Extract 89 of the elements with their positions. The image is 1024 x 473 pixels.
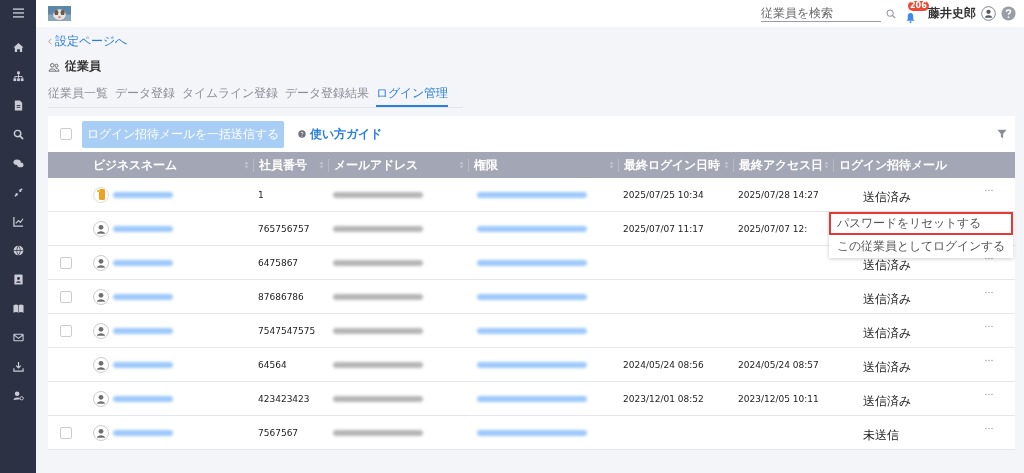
tab[interactable]: データ登録結果 <box>285 85 369 107</box>
page-title: 従業員 <box>65 58 101 75</box>
more-icon[interactable] <box>985 257 993 260</box>
help-icon <box>298 130 306 138</box>
search-field[interactable]: 従業員を検索 <box>761 5 881 22</box>
guide-link[interactable]: 使い方ガイド <box>310 125 382 143</box>
column-header[interactable]: 社員番号 <box>259 156 307 174</box>
more-icon[interactable] <box>985 291 993 294</box>
redacted-name <box>113 259 173 266</box>
column-header[interactable]: 権限 <box>474 156 498 174</box>
table-cell: 64564 <box>258 359 287 370</box>
row-checkbox[interactable] <box>60 324 72 337</box>
column-header[interactable]: 最終ログイン日時 <box>624 156 720 174</box>
table-cell: 2025/07/28 14:27 <box>738 189 819 200</box>
menu-item[interactable]: この従業員としてログインする <box>829 235 1013 258</box>
row-checkbox[interactable] <box>60 426 72 439</box>
sort-icon[interactable] <box>319 161 324 169</box>
column-header[interactable]: ビジネスネーム <box>93 156 177 174</box>
sort-icon[interactable] <box>244 161 249 169</box>
table-cell: 7547547575 <box>258 325 316 336</box>
more-icon[interactable] <box>985 393 993 396</box>
globe-icon[interactable] <box>12 245 24 256</box>
table-cell: 423423423 <box>258 393 310 404</box>
more-icon[interactable] <box>985 325 993 328</box>
sort-icon[interactable] <box>724 161 729 169</box>
table-cell: 2023/12/05 10:11 <box>738 393 819 404</box>
table-cell: 6475867 <box>258 257 299 268</box>
table-cell: 2023/12/01 08:52 <box>623 393 704 404</box>
redacted-name <box>113 361 173 368</box>
tab[interactable]: ログイン管理 <box>376 85 448 107</box>
table-cell: 送信済み <box>863 393 911 410</box>
redacted-name <box>113 429 173 436</box>
table-cell: 未送信 <box>863 427 899 444</box>
home-icon[interactable] <box>12 42 24 53</box>
row-checkbox[interactable] <box>60 290 72 303</box>
document-icon[interactable] <box>12 100 24 111</box>
hierarchy-icon[interactable] <box>12 71 24 82</box>
table-cell: 送信済み <box>863 291 911 308</box>
download-icon[interactable] <box>12 361 24 372</box>
sort-icon[interactable] <box>459 161 464 169</box>
tab[interactable]: データ登録 <box>115 85 175 107</box>
chart-icon[interactable] <box>12 216 24 227</box>
row-checkbox[interactable] <box>60 256 72 269</box>
more-icon[interactable] <box>985 359 993 362</box>
help-icon[interactable] <box>1001 6 1016 21</box>
table-cell: 送信済み <box>863 257 911 274</box>
contact-card-icon[interactable] <box>12 274 24 285</box>
table-cell: 7567567 <box>258 427 299 438</box>
column-header[interactable]: 最終アクセス日 <box>739 156 823 174</box>
redacted-name <box>113 293 173 300</box>
table-cell: 2025/07/07 11:17 <box>623 223 704 234</box>
redacted-name <box>113 225 173 232</box>
book-icon[interactable] <box>12 303 24 314</box>
table-cell: 送信済み <box>863 359 911 376</box>
more-icon[interactable] <box>985 189 993 192</box>
select-all-checkbox[interactable] <box>60 128 72 140</box>
chat-icon[interactable] <box>12 158 24 169</box>
redacted-name <box>113 191 173 198</box>
chevron-left-icon[interactable] <box>48 38 52 45</box>
avatar-icon[interactable] <box>981 6 996 21</box>
table-cell: 送信済み <box>863 325 911 342</box>
employees-icon <box>48 61 60 72</box>
user-settings-icon[interactable] <box>12 390 24 401</box>
table-cell: 87686786 <box>258 291 304 302</box>
column-header[interactable]: メールアドレス <box>334 156 418 174</box>
tab[interactable]: タイムライン登録 <box>182 85 278 107</box>
tab[interactable]: 従業員一覧 <box>48 85 108 107</box>
table-cell: 2025/07/25 10:34 <box>623 189 704 200</box>
redacted-name <box>113 327 173 334</box>
filter-icon[interactable] <box>997 129 1007 139</box>
notification-badge: 206 <box>908 0 929 11</box>
table-cell: 2025/07/07 12: <box>738 223 808 234</box>
menu-icon[interactable] <box>12 8 24 18</box>
back-link[interactable]: 設定ページへ <box>55 33 127 50</box>
table-cell: 765756757 <box>258 223 310 234</box>
more-icon[interactable] <box>985 427 993 430</box>
table-cell: 1 <box>258 189 264 200</box>
search-icon[interactable] <box>12 129 24 140</box>
column-header[interactable]: ログイン招待メール <box>839 156 947 174</box>
mail-icon[interactable] <box>12 332 24 343</box>
user-name: 藤井史郎 <box>928 5 976 22</box>
sort-icon[interactable] <box>609 161 614 169</box>
redacted-name <box>113 395 173 402</box>
table-cell: 送信済み <box>863 189 911 206</box>
menu-item[interactable]: パスワードをリセットする <box>829 212 1013 235</box>
table-cell: 2024/05/24 08:57 <box>738 359 819 370</box>
table-cell: 2024/05/24 08:56 <box>623 359 704 370</box>
bell-icon[interactable] <box>905 11 916 23</box>
sort-icon[interactable] <box>824 161 829 169</box>
